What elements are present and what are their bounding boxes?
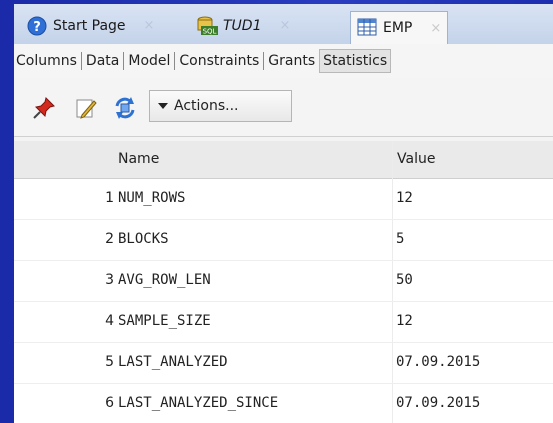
row-number: 4	[105, 313, 114, 329]
stat-name: LAST_ANALYZED_SINCE	[118, 395, 279, 411]
statistics-table: Name Value 1 NUM_ROWS 12 2 BLOCKS 5 3 AV…	[14, 141, 553, 423]
object-subtab-bar: Columns Data Model Constraints Grants St…	[14, 44, 553, 79]
subtab-statistics[interactable]: Statistics	[319, 49, 392, 73]
stat-value: 12	[396, 190, 413, 206]
tab-label: EMP	[383, 20, 413, 36]
chevron-down-icon	[158, 103, 168, 109]
table-icon	[357, 18, 377, 38]
table-row[interactable]: 1 NUM_ROWS 12	[14, 178, 553, 220]
column-header-name[interactable]: Name	[118, 141, 159, 178]
table-row[interactable]: 5 LAST_ANALYZED 07.09.2015	[14, 342, 553, 384]
pin-icon[interactable]	[32, 96, 56, 120]
stat-value: 07.09.2015	[396, 395, 481, 411]
tab-tud1[interactable]: SQL TUD1 ×	[190, 11, 297, 39]
close-icon[interactable]: ×	[430, 21, 441, 36]
sql-worksheet-icon: SQL	[197, 16, 218, 36]
row-number: 5	[105, 354, 114, 370]
edit-icon[interactable]	[74, 96, 98, 120]
subtab-columns[interactable]: Columns	[14, 52, 81, 70]
close-icon[interactable]: ×	[144, 18, 155, 33]
table-header: Name Value	[14, 141, 553, 179]
refresh-icon[interactable]	[112, 96, 136, 120]
tab-label: TUD1	[223, 17, 262, 34]
tab-start-page[interactable]: ? Start Page ×	[20, 11, 161, 39]
editor-window: ? Start Page × SQL TUD1 × EMP × Columns …	[14, 4, 553, 423]
close-icon[interactable]: ×	[280, 18, 291, 33]
actions-dropdown[interactable]: Actions...	[149, 90, 292, 122]
stat-value: 12	[396, 313, 413, 329]
help-icon: ?	[27, 16, 47, 36]
stat-name: SAMPLE_SIZE	[118, 313, 211, 329]
actions-label: Actions...	[174, 98, 239, 114]
svg-text:?: ?	[33, 20, 41, 35]
row-number: 2	[105, 231, 114, 247]
tab-emp[interactable]: EMP ×	[350, 11, 449, 44]
toolbar: Actions...	[14, 78, 553, 137]
stat-value: 5	[396, 231, 405, 247]
stat-value: 07.09.2015	[396, 354, 481, 370]
svg-text:SQL: SQL	[203, 27, 217, 35]
subtab-constraints[interactable]: Constraints	[174, 52, 263, 70]
document-tab-bar: ? Start Page × SQL TUD1 × EMP ×	[14, 4, 553, 45]
tab-label: Start Page	[53, 17, 126, 34]
row-number: 3	[105, 272, 114, 288]
stat-value: 50	[396, 272, 413, 288]
subtab-model[interactable]: Model	[123, 52, 174, 70]
table-row[interactable]: 6 LAST_ANALYZED_SINCE 07.09.2015	[14, 383, 553, 423]
subtab-grants[interactable]: Grants	[263, 52, 319, 70]
row-number: 6	[105, 395, 114, 411]
table-row[interactable]: 2 BLOCKS 5	[14, 219, 553, 261]
row-number: 1	[105, 190, 114, 206]
stat-name: LAST_ANALYZED	[118, 354, 228, 370]
table-row[interactable]: 3 AVG_ROW_LEN 50	[14, 260, 553, 302]
stat-name: BLOCKS	[118, 231, 169, 247]
stat-name: NUM_ROWS	[118, 190, 186, 206]
stat-name: AVG_ROW_LEN	[118, 272, 211, 288]
subtab-data[interactable]: Data	[80, 52, 123, 70]
table-row[interactable]: 4 SAMPLE_SIZE 12	[14, 301, 553, 343]
column-header-value[interactable]: Value	[392, 141, 553, 178]
